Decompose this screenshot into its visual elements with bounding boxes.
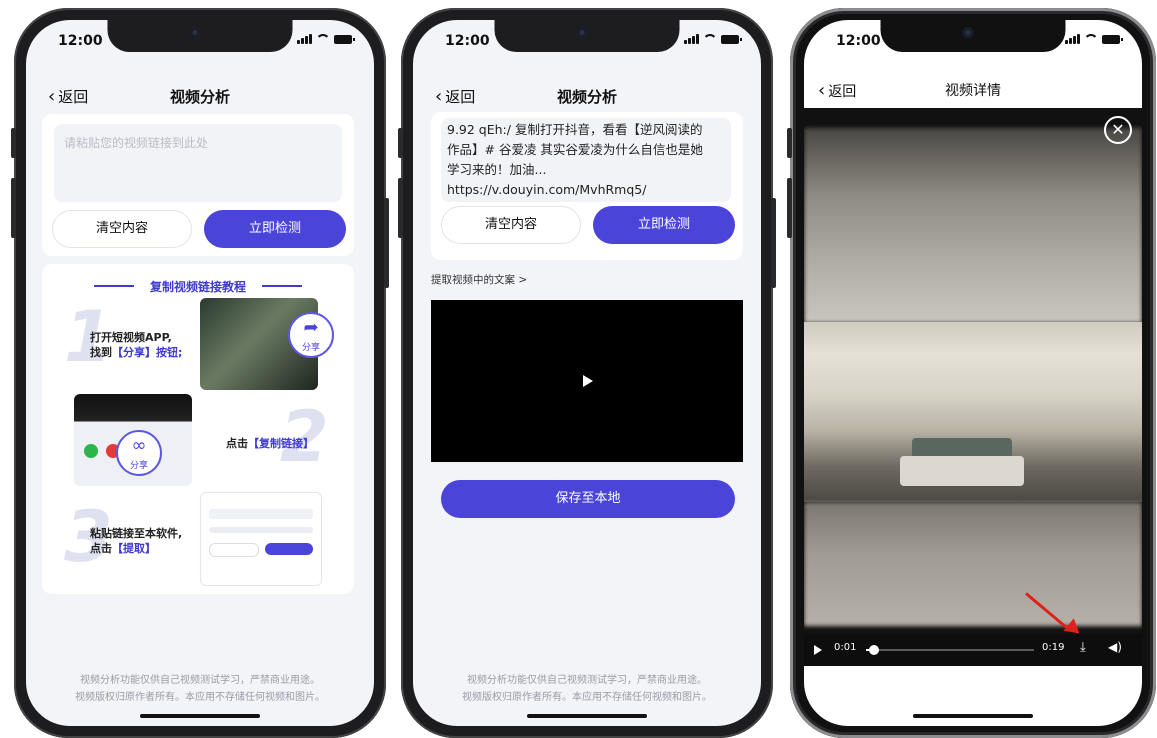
battery-icon [334,34,355,44]
camera-icon [189,27,201,38]
status-time: 12:00 [836,33,881,49]
play-button[interactable] [814,645,822,655]
video-blur-top [804,128,1142,323]
step-3-line-2: 点击【提取】 [90,542,156,555]
mute-switch [11,128,16,158]
disclaimer-line-2: 视频版权归原作者所有。本应用不存储任何视频和图片。 [462,692,712,703]
tutorial-image-3 [200,492,322,586]
mute-switch [398,128,403,158]
input-line-3: 学习来的！加油... [447,162,547,177]
battery-icon [1102,34,1123,44]
extract-text-link[interactable]: 提取视频中的文案 > [431,272,527,287]
bed-linen [900,456,1024,486]
disclaimer: 视频分析功能仅供自己视频测试学习，严禁商业用途。 视频版权归原作者所有。本应用不… [413,672,761,706]
page-title: 视频分析 [169,88,230,106]
link-icon: ∞ [131,435,147,456]
camera-icon [962,27,974,38]
wechat-icon [84,444,98,458]
home-indicator [913,714,1033,718]
video-player[interactable]: ✕ 0:01 0:19 ⤓ ◀) [804,108,1142,666]
status-icons [684,34,742,44]
status-icons [1065,34,1123,44]
status-icons [297,34,355,44]
close-icon[interactable]: ✕ [1104,116,1132,144]
home-indicator [527,714,647,718]
link-input[interactable]: 请粘贴您的视频链接到此处 [54,124,342,202]
page-title: 视频详情 [945,83,1001,99]
play-icon[interactable] [583,375,593,387]
video-preview[interactable] [431,300,743,462]
step-1-line-2: 找到【分享】按钮; [90,346,183,359]
detect-button[interactable]: 立即检测 [204,210,346,248]
power-button [384,198,389,288]
input-line-4: https://v.douyin.com/MvhRmq5/ [447,182,647,197]
copy-link-badge: ∞ 分享 [116,430,162,476]
page-title: 视频分析 [556,88,617,106]
link-input[interactable]: 9.92 qEh:/ 复制打开抖音，看看【逆风阅读的 作品】# 谷爱凌 其实谷爱… [441,118,731,202]
input-line-2: 作品】# 谷爱凌 其实谷爱凌为什么自信也是她 [447,142,703,157]
step-2-text: 点击【复制链接】 [226,437,314,450]
duration: 0:19 [1042,642,1065,653]
screen: 12:00 ‹ 返回 视频详情 ✕ 0:01 0:19 ⤓ ◀) [804,20,1142,726]
share-badge-1: ➦ 分享 [288,312,334,358]
progress-knob[interactable] [869,645,880,655]
power-button [771,198,776,288]
step-1-text: 打开短视频APP, 找到【分享】按钮; [90,330,182,360]
input-card: 请粘贴您的视频链接到此处 清空内容 立即检测 [42,114,354,256]
disclaimer-line-1: 视频分析功能仅供自己视频测试学习，严禁商业用途。 [80,675,320,686]
input-line-1: 9.92 qEh:/ 复制打开抖音，看看【逆风阅读的 [447,122,703,137]
share-icon: ➦ [303,317,319,338]
signal-icon [297,34,312,44]
step-3-text: 粘贴链接至本软件, 点击【提取】 [90,526,182,556]
volume-up-button [787,178,792,238]
divider [262,285,302,287]
volume-up-button [398,178,403,238]
input-card: 9.92 qEh:/ 复制打开抖音，看看【逆风阅读的 作品】# 谷爱凌 其实谷爱… [431,112,743,260]
wifi-icon [1084,34,1098,44]
nav-bar: ‹ 返回 视频分析 [26,80,374,110]
signal-icon [1065,34,1080,44]
phone-2: 12:00 ‹ 返回 视频分析 9.92 qEh:/ 复制打开抖音，看看【逆风阅读… [398,8,776,738]
volume-icon[interactable]: ◀) [1108,640,1122,654]
camera-icon [576,27,588,38]
tutorial-title: 复制视频链接教程 [149,280,246,294]
signal-icon [684,34,699,44]
tutorial-card: 复制视频链接教程 1 打开短视频APP, 找到【分享】按钮; ➦ 分享 ∞ 分享 2… [42,264,354,594]
download-icon[interactable]: ⤓ [1080,640,1086,655]
step-1-line-1: 打开短视频APP, [90,331,172,344]
notch [494,20,680,52]
phone-1: 12:00 ‹ 返回 视频分析 请粘贴您的视频链接到此处 清空内容 立即检测 复制… [11,8,389,738]
nav-bar: ‹ 返回 视频详情 [804,74,1142,104]
disclaimer-line-1: 视频分析功能仅供自己视频测试学习，严禁商业用途。 [467,675,707,686]
video-frame [804,322,1142,502]
notch [880,20,1066,52]
wifi-icon [703,34,717,44]
detect-button[interactable]: 立即检测 [593,206,735,244]
volume-up-button [11,178,16,238]
video-blur-bottom [804,502,1142,626]
player-controls: 0:01 0:19 ⤓ ◀) [804,634,1142,666]
step-3-line-1: 粘贴链接至本软件, [90,527,183,540]
phone-3: 12:00 ‹ 返回 视频详情 ✕ 0:01 0:19 ⤓ ◀) [787,8,1156,738]
disclaimer: 视频分析功能仅供自己视频测试学习，严禁商业用途。 视频版权归原作者所有。本应用不… [26,672,374,706]
screen: 12:00 ‹ 返回 视频分析 请粘贴您的视频链接到此处 清空内容 立即检测 复制… [26,20,374,726]
mute-switch [787,128,792,158]
home-indicator [140,714,260,718]
wifi-icon [316,34,330,44]
nav-bar: ‹ 返回 视频分析 [413,80,761,110]
screen: 12:00 ‹ 返回 视频分析 9.92 qEh:/ 复制打开抖音，看看【逆风阅读… [413,20,761,726]
battery-icon [721,34,742,44]
notch [107,20,293,52]
clear-button[interactable]: 清空内容 [441,206,581,244]
disclaimer-line-2: 视频版权归原作者所有。本应用不存储任何视频和图片。 [75,692,325,703]
current-time: 0:01 [834,642,857,653]
progress-track[interactable] [866,645,1034,655]
status-time: 12:00 [58,33,103,49]
status-time: 12:00 [445,33,490,49]
save-button[interactable]: 保存至本地 [441,480,735,518]
clear-button[interactable]: 清空内容 [52,210,192,248]
